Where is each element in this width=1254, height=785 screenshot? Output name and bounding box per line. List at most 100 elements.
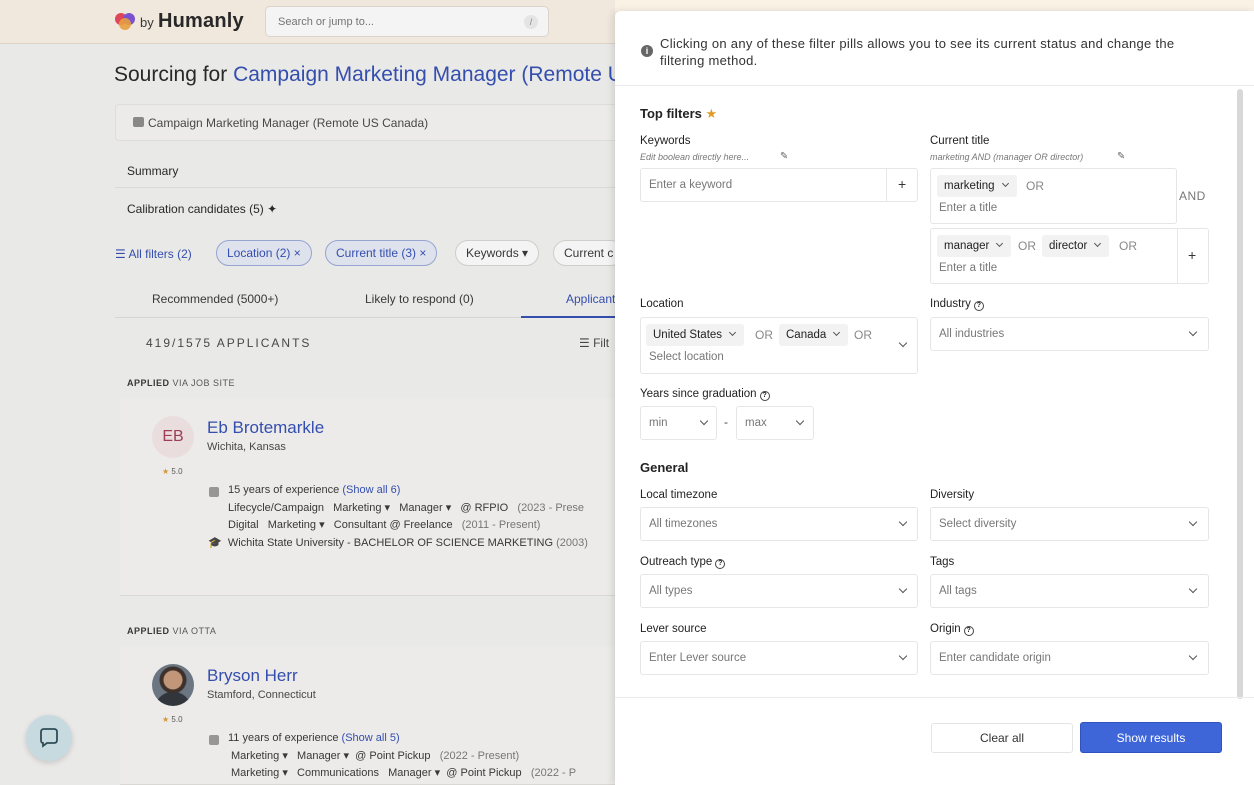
max-years-select[interactable]: max [736, 406, 814, 440]
title-chip-director[interactable]: director [1042, 235, 1110, 257]
keywords-field[interactable]: Enter a keyword + [640, 168, 918, 202]
role-keyword-dropdown[interactable]: Marketing [333, 502, 381, 514]
candidate-name[interactable]: Eb Brotemarkle [207, 418, 324, 438]
applied-via-label: APPLIED VIA OTTA [127, 626, 216, 636]
panel-footer-divider [615, 697, 1254, 698]
keyword-input[interactable]: Enter a keyword [649, 179, 732, 191]
edit-pencil-icon[interactable]: ✎ [780, 151, 788, 162]
all-filters-button[interactable]: ☰ All filters (2) [115, 247, 192, 261]
help-chat-button[interactable] [26, 715, 72, 761]
panel-scrollbar[interactable] [1237, 89, 1243, 699]
summary-section[interactable]: Summary [115, 152, 635, 188]
role-keyword-dropdown[interactable]: Manager [388, 767, 431, 779]
brand-name[interactable]: Humanly [158, 10, 244, 33]
or-separator: OR [854, 328, 872, 342]
applicants-filter-button[interactable]: ☰ Filt [579, 336, 609, 350]
briefcase-icon [209, 735, 219, 745]
edit-pencil-icon[interactable]: ✎ [1117, 151, 1125, 162]
range-dash: - [724, 415, 728, 429]
title-input[interactable]: Enter a title [939, 202, 997, 214]
origin-placeholder: Enter candidate origin [939, 652, 1051, 664]
current-title-filter-pill[interactable]: Current title (3) × [325, 240, 438, 266]
diversity-select[interactable]: Select diversity [930, 507, 1209, 541]
tab-applicants[interactable]: Applicants [566, 292, 621, 306]
industry-select[interactable]: All industries [930, 317, 1209, 351]
experience-line: Marketing ▾ Manager ▾ @ Point Pickup (20… [231, 750, 520, 762]
chevron-down-icon[interactable] [898, 338, 908, 348]
role-keyword-dropdown[interactable]: Marketing [231, 750, 279, 762]
page-title-role-link[interactable]: Campaign Marketing Manager (Remote U [233, 63, 623, 86]
star-icon: ★ [162, 715, 170, 724]
role-word: Communications [297, 767, 379, 779]
calibration-section[interactable]: Calibration candidates (5) ✦ [115, 192, 635, 226]
top-filters-heading: Top filters ★ [640, 106, 717, 122]
help-icon[interactable]: ? [973, 301, 984, 311]
title-input[interactable]: Enter a title [939, 262, 997, 274]
title-chip-marketing[interactable]: marketing [937, 175, 1017, 197]
role-keyword-dropdown[interactable]: Manager [297, 750, 340, 762]
help-icon[interactable]: ? [715, 559, 726, 569]
outreach-type-select[interactable]: All types [640, 574, 918, 608]
applied-source: VIA OTTA [172, 626, 217, 636]
location-chip-canada[interactable]: Canada [779, 324, 849, 346]
keywords-filter-pill[interactable]: Keywords ▾ [455, 240, 540, 266]
title-group-1[interactable]: marketing OR Enter a title [930, 168, 1177, 224]
help-icon[interactable]: ? [963, 626, 974, 636]
role-keyword-dropdown[interactable]: Manager [399, 502, 442, 514]
global-search[interactable]: / [265, 6, 549, 37]
clear-all-button[interactable]: Clear all [931, 723, 1073, 753]
show-all-experience-link[interactable]: (Show all 6) [342, 484, 400, 496]
tab-likely-to-respond[interactable]: Likely to respond (0) [365, 292, 474, 306]
calibration-text: Calibration candidates (5) [127, 202, 264, 216]
search-shortcut-icon: / [524, 15, 538, 29]
or-separator: OR [1026, 179, 1044, 193]
location-field[interactable]: United States OR Canada OR Select locati… [640, 317, 918, 374]
tab-recommended[interactable]: Recommended (5000+) [152, 292, 278, 306]
timezone-select[interactable]: All timezones [640, 507, 918, 541]
applicants-header: 419/1575 APPLICANTS ☰ Filt [115, 325, 635, 361]
show-all-experience-link[interactable]: (Show all 5) [342, 732, 400, 744]
company-name: @ Point Pickup [446, 767, 522, 779]
candidate-card[interactable] [120, 646, 635, 785]
lever-source-label: Lever source [640, 623, 707, 635]
role-keyword-dropdown[interactable]: Marketing [268, 519, 316, 531]
origin-select[interactable]: Enter candidate origin [930, 641, 1209, 675]
location-filter-pill[interactable]: Location (2) × [216, 240, 312, 266]
education-text: Wichita State University - BACHELOR OF S… [227, 537, 553, 549]
add-title-group-plus-icon[interactable]: + [1188, 247, 1196, 263]
add-keyword-plus-icon[interactable]: + [898, 176, 906, 192]
experience-years: 11 years of experience [228, 732, 339, 744]
chat-bubble-icon [40, 728, 58, 748]
lever-source-select[interactable]: Enter Lever source [640, 641, 918, 675]
title-chip-manager[interactable]: manager [937, 235, 1012, 257]
experience-summary: 15 years of experience (Show all 6) [228, 484, 400, 496]
humanly-logo-icon[interactable] [114, 11, 136, 31]
candidate-card[interactable] [120, 398, 635, 596]
timezone-placeholder: All timezones [649, 518, 718, 530]
rating-value: 5.0 [171, 715, 183, 724]
show-results-button[interactable]: Show results [1080, 722, 1222, 753]
job-selector[interactable]: Campaign Marketing Manager (Remote US Ca… [115, 104, 635, 141]
role-keyword-dropdown[interactable]: Marketing [231, 767, 279, 779]
current-company-filter-pill[interactable]: Current c [553, 240, 625, 266]
chip-label: manager [944, 240, 990, 252]
applicants-count: 419/1575 APPLICANTS [146, 336, 312, 350]
or-separator: OR [1119, 239, 1137, 253]
candidate-name[interactable]: Bryson Herr [207, 666, 298, 686]
calibration-label: Calibration candidates (5) ✦ [127, 202, 278, 216]
education-year: (2003) [556, 537, 588, 549]
min-years-select[interactable]: min [640, 406, 717, 440]
applied-source: VIA JOB SITE [172, 378, 236, 388]
title-group-2[interactable]: manager OR director OR Enter a title + [930, 228, 1209, 284]
chip-label: United States [653, 329, 723, 341]
chevron-down-icon [1188, 584, 1198, 594]
location-chip-united-states[interactable]: United States [646, 324, 745, 346]
years-label-text: Years since graduation [640, 388, 757, 400]
location-input[interactable]: Select location [649, 351, 724, 363]
keywords-label: Keywords [640, 135, 691, 147]
help-icon[interactable]: ? [759, 391, 770, 401]
role-word: Lifecycle/Campaign [228, 502, 324, 514]
tags-select[interactable]: All tags [930, 574, 1209, 608]
page-title: Sourcing for Campaign Marketing Manager … [114, 63, 623, 87]
search-input[interactable] [266, 7, 496, 36]
